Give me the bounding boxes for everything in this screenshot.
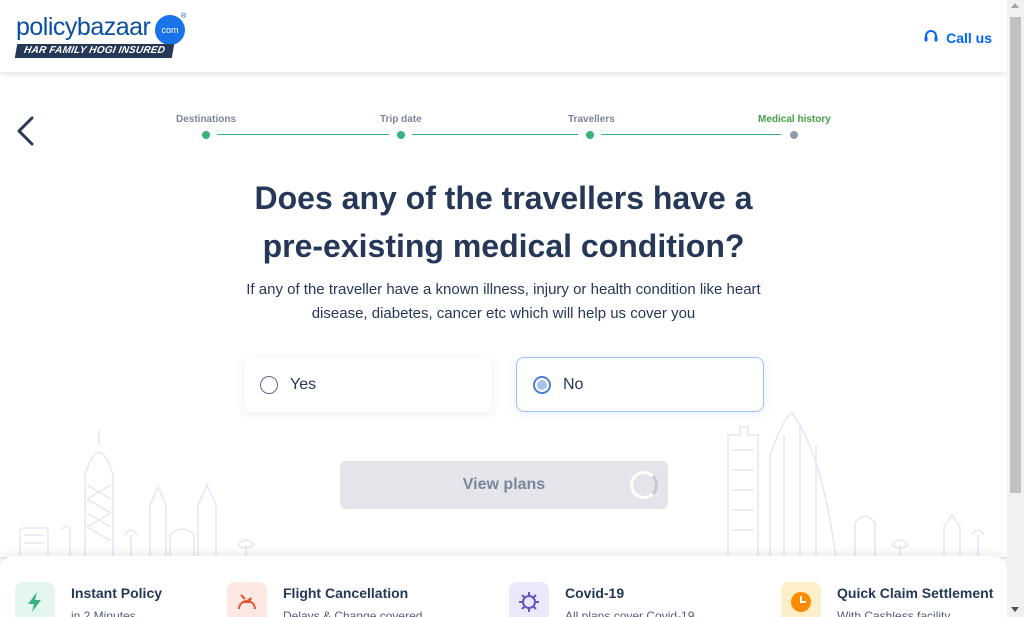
step-travellers-label[interactable]: Travellers (568, 114, 615, 125)
flight-cancel-icon (227, 582, 267, 617)
feature-instant-policy: Instant Policy in 2 Minutes (15, 582, 162, 617)
loading-spinner-icon (630, 471, 658, 499)
call-us-label: Call us (946, 29, 992, 46)
view-plans-label: View plans (462, 476, 546, 493)
feature-title: Instant Policy (71, 585, 163, 601)
step-destinations-dot (202, 131, 210, 139)
progress-stepper: Destinations Trip date Travellers Medica… (0, 110, 1007, 150)
scroll-down-icon[interactable] (1011, 607, 1019, 612)
option-yes-label: Yes (290, 375, 317, 393)
virus-icon (509, 582, 549, 617)
step-medical-history-label: Medical history (758, 114, 831, 125)
vertical-scrollbar[interactable] (1007, 0, 1024, 617)
site-header: policybazaar com ® HAR FAMILY HOGI INSUR… (0, 0, 1007, 72)
feature-quick-claim: Quick Claim Settlement With Cashless fac… (781, 582, 993, 617)
lightning-icon (15, 582, 55, 617)
logo-trademark: ® (181, 13, 187, 20)
page-title: Does any of the travellers have a pre-ex… (254, 180, 753, 264)
page-subtitle: If any of the traveller have a known ill… (246, 281, 761, 322)
step-connector (412, 134, 578, 135)
view-plans-button[interactable]: View plans (340, 461, 668, 509)
feature-flight-cancellation: Flight Cancellation Delays & Change cove… (227, 582, 422, 617)
step-trip-date-label[interactable]: Trip date (380, 114, 422, 125)
step-medical-history-dot (790, 131, 798, 139)
step-connector (601, 134, 781, 135)
feature-subtitle: All plans cover Covid-19 (565, 609, 695, 617)
features-bar: Instant Policy in 2 Minutes Flight Cance… (0, 556, 1007, 617)
step-destinations-label[interactable]: Destinations (176, 114, 236, 125)
step-trip-date-dot (397, 131, 405, 139)
policybazaar-logo[interactable]: policybazaar com ® HAR FAMILY HOGI INSUR… (14, 13, 188, 61)
feature-subtitle: in 2 Minutes (71, 609, 136, 617)
feature-covid-19: Covid-19 All plans cover Covid-19 (509, 582, 694, 617)
logo-wordmark: policybazaar (16, 13, 151, 41)
option-yes[interactable]: Yes (244, 357, 492, 412)
step-travellers-dot (586, 131, 594, 139)
call-us-button[interactable]: Call us (923, 28, 992, 47)
clock-icon (781, 582, 821, 617)
option-no-label: No (563, 375, 584, 393)
radio-no[interactable] (533, 375, 551, 394)
scrollbar-thumb[interactable] (1010, 17, 1021, 493)
feature-title: Covid-19 (565, 585, 625, 601)
feature-subtitle: Delays & Change covered (283, 609, 423, 617)
feature-title: Flight Cancellation (283, 585, 409, 601)
feature-title: Quick Claim Settlement (837, 585, 994, 601)
logo-tagline: HAR FAMILY HOGI INSURED (14, 44, 175, 58)
step-connector (217, 134, 389, 135)
radio-yes[interactable] (260, 375, 278, 394)
option-no[interactable]: No (516, 357, 764, 412)
headset-icon (923, 28, 939, 47)
scroll-up-icon[interactable] (1011, 3, 1019, 8)
feature-subtitle: With Cashless facility (837, 609, 951, 617)
